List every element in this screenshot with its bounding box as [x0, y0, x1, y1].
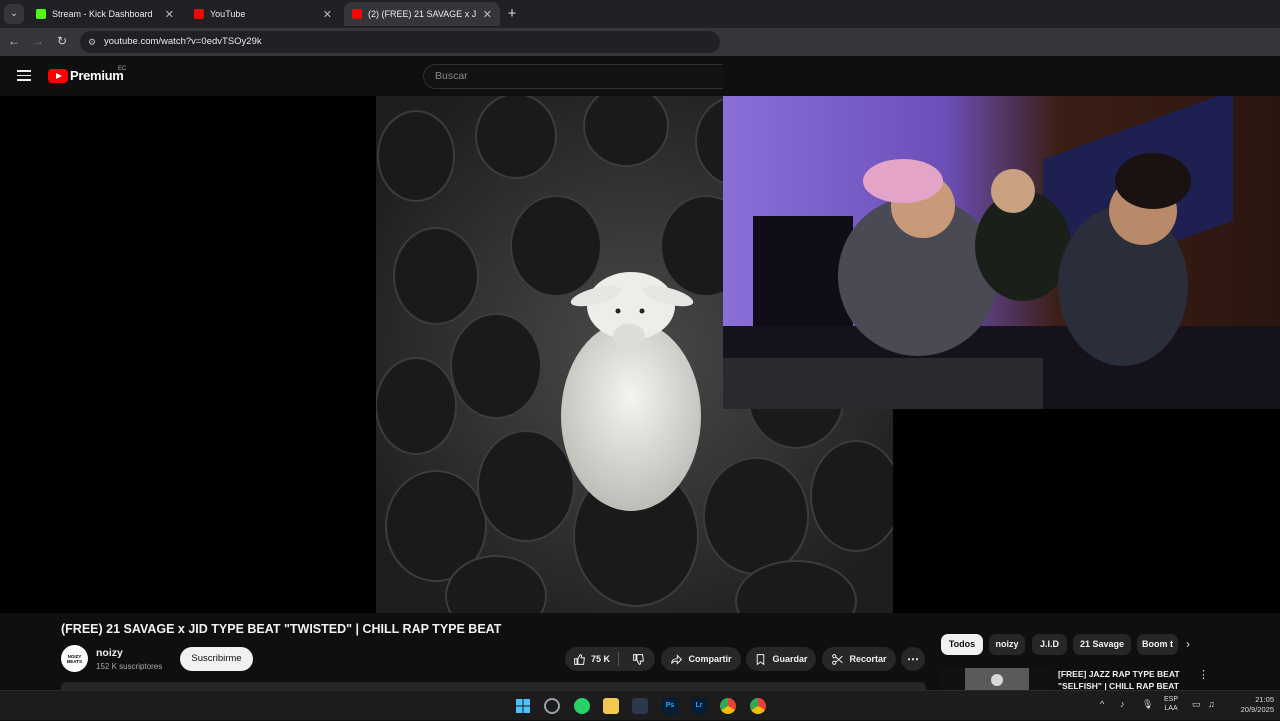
- reload-icon[interactable]: ↻: [54, 34, 70, 48]
- description-box[interactable]: [61, 682, 926, 690]
- chrome-dev-icon[interactable]: [544, 698, 560, 714]
- whatsapp-icon[interactable]: [574, 698, 590, 714]
- clock-time: 21:05: [1255, 695, 1274, 704]
- youtube-icon: [352, 9, 362, 19]
- tab-search-button[interactable]: ⌄: [4, 4, 24, 24]
- chip-todos[interactable]: Todos: [941, 634, 983, 655]
- share-icon: [671, 653, 683, 665]
- like-divider: [618, 652, 619, 666]
- windows-taskbar: Ps Lr ^ ♪ 🎙 ESP LAA ▭ ♫ 21:05 20/9/2025: [0, 690, 1280, 720]
- clip-button[interactable]: Recortar: [822, 647, 896, 671]
- tab-kick-dashboard[interactable]: Stream - Kick Dashboard ✕: [28, 2, 182, 26]
- photoshop-icon[interactable]: Ps: [662, 698, 678, 714]
- davinci-resolve-icon[interactable]: [632, 698, 648, 714]
- recommended-thumbnail[interactable]: [941, 668, 1054, 690]
- new-tab-button[interactable]: +: [504, 5, 520, 22]
- youtube-header: Premium EC Buscar: [0, 56, 1280, 96]
- close-tab-icon[interactable]: ✕: [483, 8, 492, 21]
- video-player[interactable]: [0, 96, 1280, 613]
- thumbs-down-icon: [632, 653, 644, 665]
- scissors-icon: [832, 653, 844, 665]
- tray-overflow-icon[interactable]: ^: [1100, 699, 1104, 709]
- webcam-scene: [723, 96, 1280, 409]
- youtube-icon: [194, 9, 204, 19]
- share-button[interactable]: Compartir: [661, 647, 741, 671]
- back-icon[interactable]: ←: [6, 34, 22, 48]
- subscriber-count: 152 K suscriptores: [96, 662, 163, 671]
- like-button[interactable]: 75 K: [573, 653, 610, 666]
- network-icon[interactable]: ▭: [1192, 699, 1201, 710]
- microphone-icon[interactable]: 🎙: [1142, 699, 1153, 710]
- chip-noizy[interactable]: noizy: [989, 634, 1025, 655]
- site-info-icon[interactable]: ⚙: [88, 37, 98, 47]
- search-input[interactable]: Buscar: [423, 64, 723, 89]
- share-label: Compartir: [688, 654, 732, 664]
- channel-name[interactable]: noizy: [96, 647, 123, 659]
- youtube-logo-icon[interactable]: [48, 69, 68, 83]
- browser-tab-strip: ⌄ Stream - Kick Dashboard ✕ YouTube ✕ (2…: [0, 0, 1280, 28]
- save-label: Guardar: [772, 654, 808, 664]
- url-text: youtube.com/watch?v=0edvTSOy29k: [104, 36, 262, 47]
- clock-date: 20/9/2025: [1240, 705, 1274, 714]
- more-actions-icon[interactable]: ⋯: [901, 647, 925, 671]
- browser-toolbar: ← → ↻ ⚙ youtube.com/watch?v=0edvTSOy29k: [0, 28, 1280, 56]
- channel-avatar[interactable]: NOIZY BEATS: [61, 645, 88, 672]
- subscribe-button[interactable]: Suscribirme: [180, 647, 253, 671]
- clip-label: Recortar: [849, 654, 887, 664]
- chip-boom[interactable]: Boom t: [1137, 634, 1178, 655]
- file-explorer-icon[interactable]: [603, 698, 619, 714]
- speaker-tray-icon[interactable]: ♪: [1120, 699, 1125, 709]
- bookmark-icon: [757, 653, 765, 665]
- region-code: EC: [118, 66, 127, 72]
- chrome-icon[interactable]: [720, 698, 736, 714]
- lightroom-icon[interactable]: Lr: [691, 698, 707, 714]
- volume-icon[interactable]: ♫: [1208, 699, 1215, 709]
- video-title: (FREE) 21 SAVAGE x JID TYPE BEAT "TWISTE…: [61, 622, 502, 636]
- tab-video-active[interactable]: (2) (FREE) 21 SAVAGE x JID ✕: [344, 2, 500, 26]
- close-tab-icon[interactable]: ✕: [323, 8, 332, 21]
- forward-icon[interactable]: →: [30, 34, 46, 48]
- system-clock[interactable]: 21:05 20/9/2025: [1224, 695, 1274, 715]
- chevron-right-icon[interactable]: ›: [1186, 637, 1190, 651]
- windows-start-icon[interactable]: [515, 698, 531, 714]
- more-vert-icon[interactable]: ⋮: [1198, 668, 1209, 681]
- tab-youtube[interactable]: YouTube ✕: [186, 2, 340, 26]
- language-indicator[interactable]: ESP LAA: [1164, 695, 1178, 713]
- chrome-active-icon[interactable]: [750, 698, 766, 714]
- chip-jid[interactable]: J.I.D: [1032, 634, 1067, 655]
- dislike-button[interactable]: [623, 647, 653, 671]
- like-count: 75 K: [591, 654, 611, 664]
- rec-artwork: [965, 668, 1029, 690]
- address-bar[interactable]: ⚙ youtube.com/watch?v=0edvTSOy29k: [80, 31, 720, 53]
- menu-icon[interactable]: [17, 70, 31, 81]
- chip-21-savage[interactable]: 21 Savage: [1073, 634, 1131, 655]
- close-tab-icon[interactable]: ✕: [165, 8, 174, 21]
- youtube-premium-wordmark[interactable]: Premium: [70, 68, 124, 83]
- kick-icon: [36, 9, 46, 19]
- recommended-title[interactable]: [FREE] JAZZ RAP TYPE BEAT "SELFISH" | CH…: [1058, 668, 1186, 690]
- save-button[interactable]: Guardar: [746, 647, 816, 671]
- webcam-overlay: [723, 96, 1280, 409]
- thumbs-up-icon: [574, 653, 585, 665]
